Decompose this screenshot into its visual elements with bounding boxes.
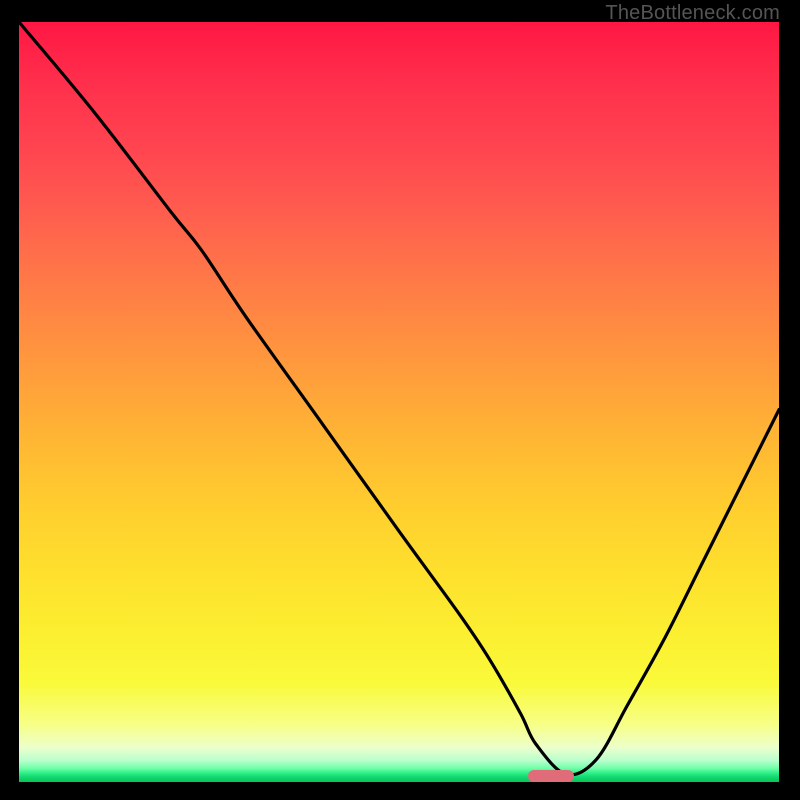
optimal-point-marker: [528, 770, 574, 782]
curve-path: [19, 22, 779, 775]
chart-frame: TheBottleneck.com: [0, 0, 800, 800]
watermark-text: TheBottleneck.com: [605, 2, 780, 25]
bottleneck-curve: [19, 22, 779, 782]
